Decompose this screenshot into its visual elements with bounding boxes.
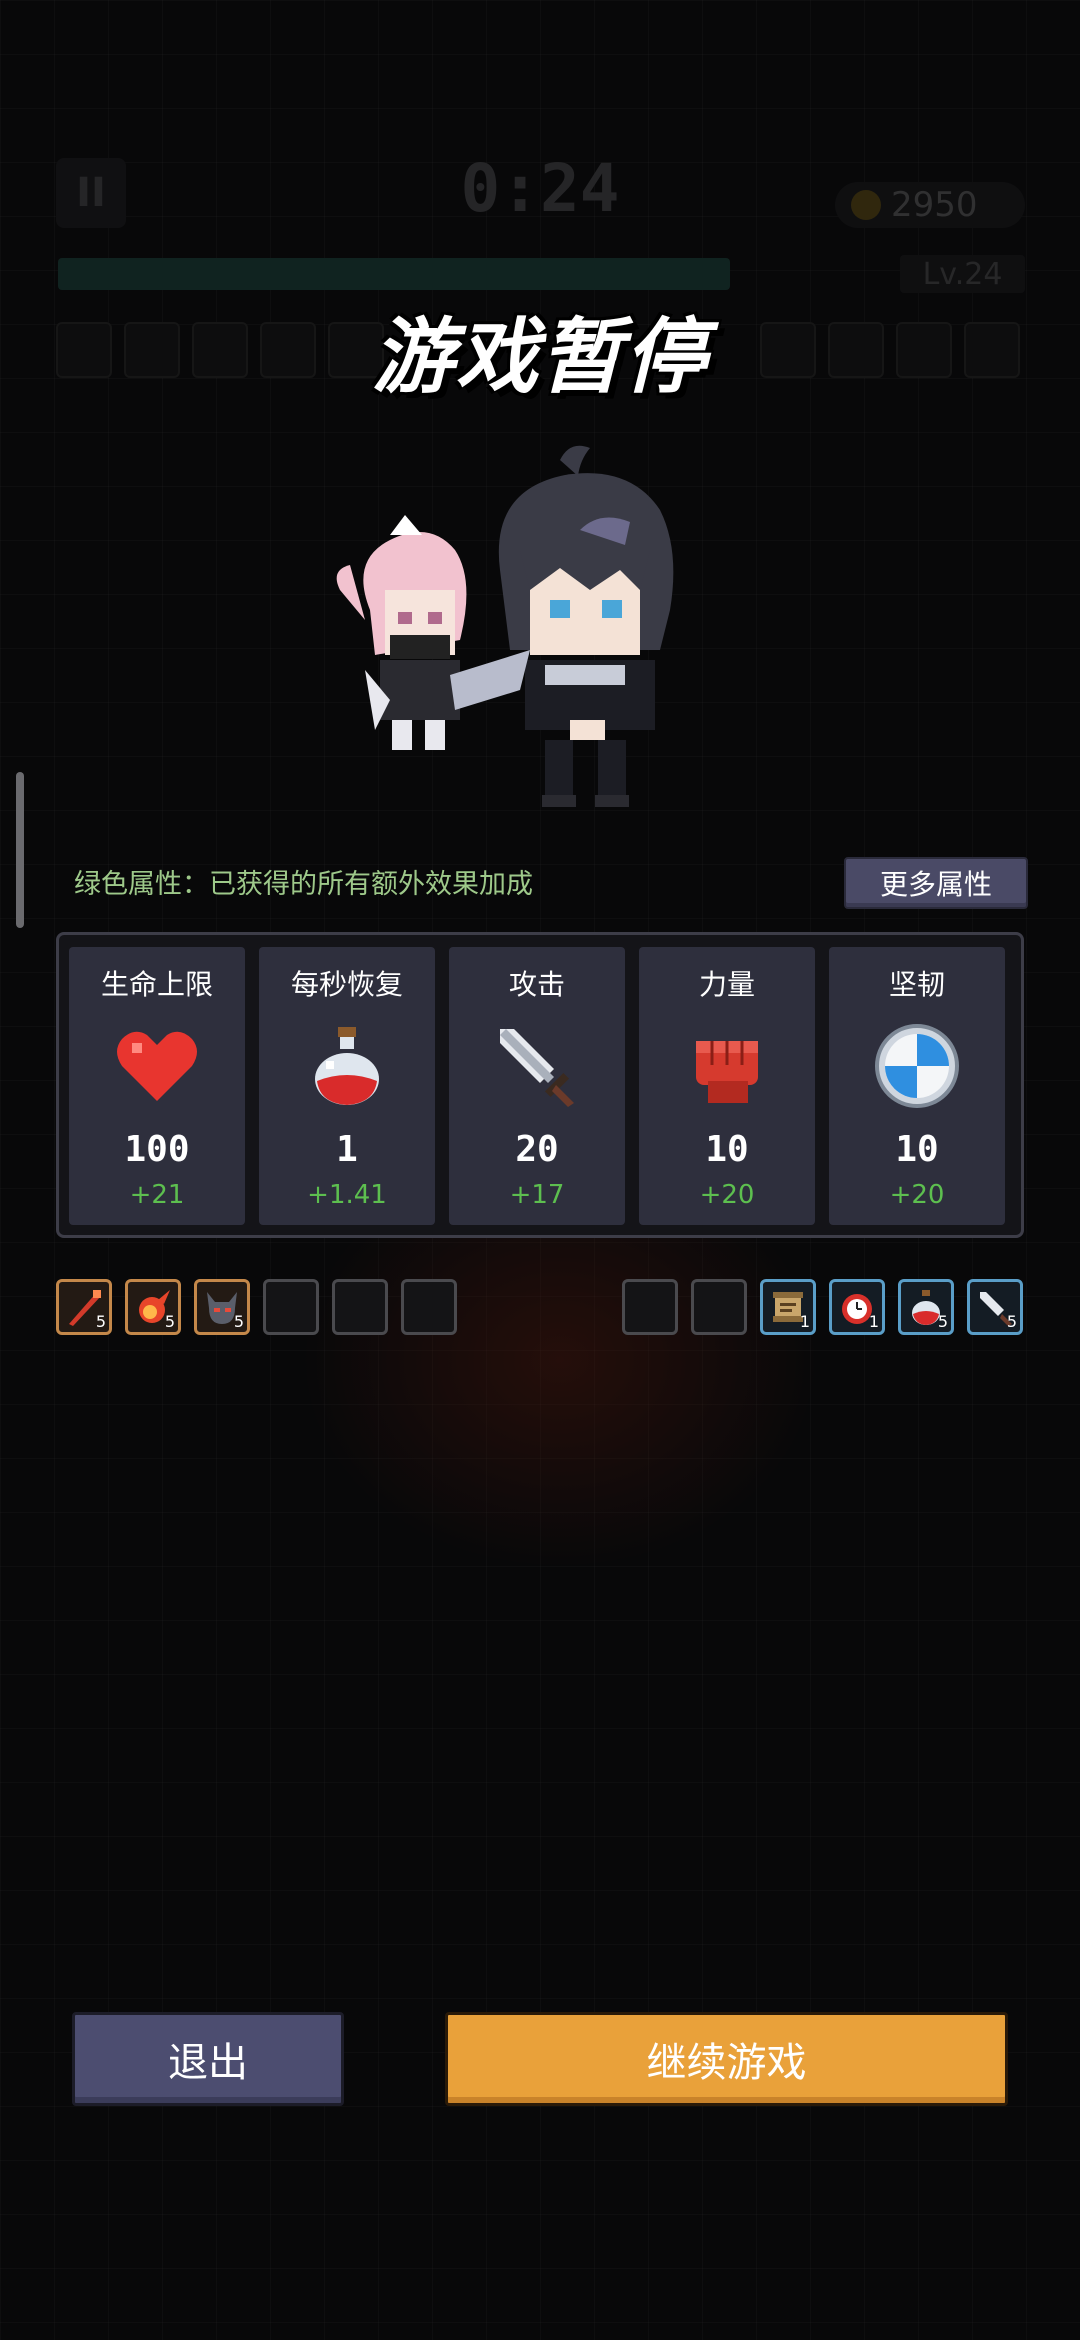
empty-weapon-slot[interactable] (263, 1279, 319, 1335)
stat-bonus: +21 (129, 1180, 185, 1210)
stat-bonus: +20 (699, 1180, 755, 1210)
empty-weapon-slot[interactable] (401, 1279, 457, 1335)
stat-label: 每秒恢复 (290, 968, 403, 1001)
passive-level: 5 (1006, 1312, 1017, 1331)
empty-passive-slot[interactable] (691, 1279, 747, 1335)
fist-icon (696, 1041, 758, 1103)
stat-label: 坚韧 (888, 968, 945, 1001)
passive-slot[interactable]: 1 (829, 1279, 885, 1335)
stats-panel: 生命上限 100 +21 每秒恢复 1 +1.41 攻击 20 +17 力量 1… (56, 932, 1024, 1238)
pause-title: 游戏暂停 (372, 310, 708, 405)
empty-weapon-slot[interactable] (332, 1279, 388, 1335)
empty-passive-slot[interactable] (622, 1279, 678, 1335)
passive-level: 1 (799, 1312, 810, 1331)
stat-card-strength: 力量 10 +20 (639, 947, 815, 1225)
potion-icon (315, 1027, 379, 1105)
stat-value: 20 (515, 1129, 559, 1170)
passive-slot[interactable]: 5 (898, 1279, 954, 1335)
stat-label: 力量 (698, 968, 755, 1001)
weapon-level: 5 (233, 1312, 244, 1331)
passive-slot[interactable]: 5 (967, 1279, 1023, 1335)
male-character-sprite (498, 445, 674, 807)
stat-card-toughness: 坚韧 10 +20 (829, 947, 1005, 1225)
weapon-slot[interactable]: 5 (194, 1279, 250, 1335)
weapon-slot[interactable]: 5 (56, 1279, 112, 1335)
shield-icon (875, 1024, 959, 1108)
stat-card-max-hp: 生命上限 100 +21 (69, 947, 245, 1225)
stat-label: 攻击 (508, 968, 565, 1001)
stat-label: 生命上限 (100, 968, 213, 1001)
stat-value: 10 (895, 1129, 939, 1170)
exit-button[interactable]: 退出 (72, 2012, 344, 2106)
stat-value: 1 (336, 1129, 358, 1170)
weapon-slot[interactable]: 5 (125, 1279, 181, 1335)
stat-value: 10 (705, 1129, 749, 1170)
weapon-level: 5 (164, 1312, 175, 1331)
stat-bonus: +1.41 (307, 1180, 387, 1210)
scroll-indicator[interactable] (16, 772, 24, 928)
passive-slot[interactable]: 1 (760, 1279, 816, 1335)
passive-level: 5 (937, 1312, 948, 1331)
more-stats-button[interactable]: 更多属性 (844, 857, 1028, 909)
heart-icon (117, 1031, 197, 1101)
character-portraits (336, 445, 674, 807)
passive-level: 1 (868, 1312, 879, 1331)
continue-button[interactable]: 继续游戏 (445, 2012, 1008, 2106)
weapon-level: 5 (95, 1312, 106, 1331)
stat-card-regen: 每秒恢复 1 +1.41 (259, 947, 435, 1225)
sword-icon (500, 1029, 574, 1107)
bonus-hint-text: 绿色属性：已获得的所有额外效果加成 (74, 869, 533, 900)
stat-bonus: +20 (889, 1180, 945, 1210)
stat-bonus: +17 (509, 1180, 565, 1210)
stat-card-attack: 攻击 20 +17 (449, 947, 625, 1225)
stat-value: 100 (124, 1129, 190, 1170)
